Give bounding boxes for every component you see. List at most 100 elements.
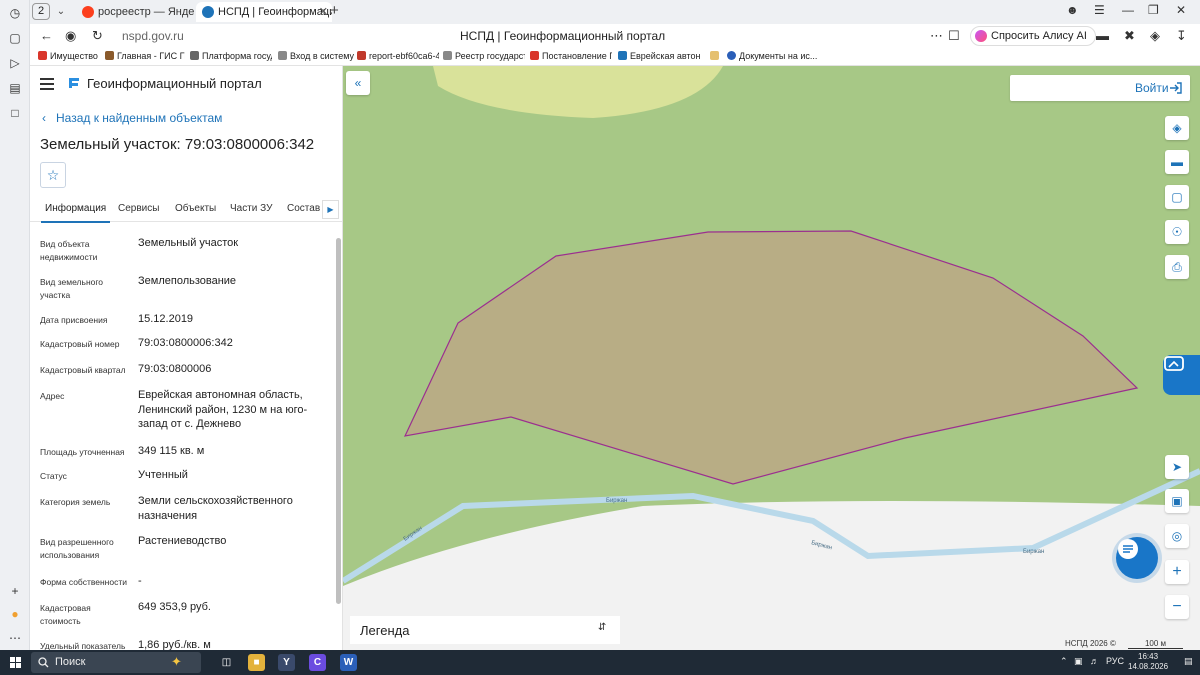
collections-icon[interactable]: ▢ <box>7 30 23 46</box>
property-value: Растениеводство <box>138 535 227 547</box>
bookmark-item[interactable]: Вход в систему <box>278 51 354 61</box>
property-label: Адрес <box>40 391 65 401</box>
add-icon[interactable]: + <box>7 583 23 599</box>
zoom-in-button[interactable]: + <box>1165 560 1189 584</box>
property-value: Еврейская автономная область, Ленинский … <box>138 389 308 430</box>
tab-information[interactable]: Информация <box>40 203 111 223</box>
gps-icon[interactable]: ◎ <box>1165 524 1189 548</box>
word-icon[interactable]: W <box>340 654 357 671</box>
scrollbar-thumb[interactable] <box>336 238 341 604</box>
maximize-icon[interactable]: ❐ <box>1148 3 1159 17</box>
bookmark-item[interactable] <box>710 51 724 61</box>
tray-expand-icon[interactable]: ⌃ <box>1060 656 1068 667</box>
yandex-icon <box>82 6 94 18</box>
history-icon[interactable]: ◷ <box>7 5 23 21</box>
browser-tab-yandex[interactable]: росреестр — Яндекс: нашлось <box>76 2 194 22</box>
tab-parts[interactable]: Части ЗУ <box>230 203 272 214</box>
close-window-icon[interactable]: ✕ <box>1176 3 1186 17</box>
map-canvas[interactable]: Биржан Биржан Биржан Биржан <box>343 66 1200 650</box>
puzzle-icon[interactable]: ◈ <box>1150 28 1160 44</box>
play-icon[interactable]: ▷ <box>7 55 23 71</box>
nspd-icon <box>202 6 214 18</box>
bookmark-item[interactable]: report-ebf60ca6-4... <box>357 51 439 61</box>
bookmark-item[interactable]: Еврейская автоно... <box>618 51 700 61</box>
zoom-out-button[interactable]: − <box>1165 595 1189 619</box>
tab-count[interactable]: 2 <box>32 3 50 20</box>
object-title: Земельный участок: 79:03:0800006:342 <box>40 136 315 153</box>
bookmark-item[interactable]: Платформа госуда... <box>190 51 272 61</box>
bookmark-item[interactable]: Главная - ГИС ГМП <box>105 51 185 61</box>
print-icon[interactable]: ⎙ <box>1165 255 1189 279</box>
media-icon[interactable]: ▤ <box>7 80 23 96</box>
legend-dropdown[interactable]: Легенда ⇵ <box>350 616 620 644</box>
tab-objects[interactable]: Объекты <box>175 203 216 214</box>
network-icon[interactable]: ▣ <box>1074 656 1083 667</box>
close-icon[interactable]: ✕ <box>319 2 328 22</box>
clock-time: 16:43 <box>1138 652 1159 661</box>
browser-tab-nspd[interactable]: НСПД | Геоинформационный портал ✕ <box>196 2 332 22</box>
alice-button[interactable]: Спросить Алису AI <box>970 26 1096 46</box>
windows-start-icon[interactable] <box>10 657 21 668</box>
property-label: Дата присвоения <box>40 315 108 325</box>
app-c-icon[interactable]: C <box>309 654 326 671</box>
wallet-icon[interactable]: ▬ <box>1096 28 1109 43</box>
download-icon[interactable]: ↧ <box>1176 28 1187 44</box>
chevron-down-icon[interactable]: ⌄ <box>54 3 68 20</box>
language-indicator[interactable]: РУС <box>1106 656 1124 666</box>
favorite-star-button[interactable]: ☆ <box>40 162 66 188</box>
bookmark-icon[interactable]: ☐ <box>948 28 960 44</box>
bookmark-item[interactable]: Имущество <box>38 51 104 61</box>
yandex-home-icon[interactable]: ◉ <box>65 28 76 44</box>
zen-icon[interactable]: ● <box>7 606 23 622</box>
volume-icon[interactable]: ♬ <box>1090 656 1099 666</box>
search-label: Поиск <box>55 656 86 668</box>
search-icon <box>38 657 49 668</box>
system-clock[interactable]: 16:43 14.08.2026 <box>1128 652 1168 672</box>
chevron-left-icon: ‹ <box>42 111 46 125</box>
collapse-panel-button[interactable]: « <box>346 71 370 95</box>
new-tab-icon[interactable]: + <box>330 2 339 19</box>
select-area-icon[interactable]: ▢ <box>1165 185 1189 209</box>
file-explorer-icon[interactable]: ■ <box>248 654 265 671</box>
share-icon[interactable]: ☉ <box>1165 220 1189 244</box>
login-icon <box>1170 82 1182 94</box>
tab-strip: 2 ⌄ росреестр — Яндекс: нашлось НСПД | Г… <box>30 0 1200 24</box>
browser-side-rail: ◷ ▢ ▷ ▤ □ + ● ⋯ <box>0 0 30 650</box>
property-value: 79:03:0800006 <box>138 363 212 375</box>
task-view-icon[interactable]: ◫ <box>218 654 235 671</box>
hamburger-menu-icon[interactable] <box>40 78 54 93</box>
tab-count-icon[interactable]: □ <box>7 105 23 121</box>
back-to-results-link[interactable]: ‹ Назад к найденным объектам <box>42 111 222 125</box>
help-tab-button[interactable] <box>1163 355 1200 395</box>
minimize-icon[interactable]: — <box>1122 3 1134 17</box>
login-label: Войти <box>1135 81 1169 95</box>
back-icon[interactable]: ← <box>40 28 53 43</box>
tab-composition[interactable]: Состав <box>287 203 320 214</box>
more-icon[interactable]: ⋯ <box>7 630 23 646</box>
menu-icon[interactable]: ☰ <box>1094 3 1105 17</box>
login-button[interactable]: Войти <box>1010 75 1190 101</box>
road-label: Биржан <box>1023 549 1044 555</box>
extension-icon[interactable]: ✖ <box>1124 28 1135 44</box>
tab-services[interactable]: Сервисы <box>118 203 159 214</box>
panel-scrollbar[interactable] <box>334 230 342 650</box>
tabs-scroll-right-icon[interactable]: ▶ <box>322 200 339 219</box>
layers-icon[interactable]: ◈ <box>1165 116 1189 140</box>
reload-icon[interactable]: ↻ <box>92 28 103 44</box>
chat-support-button[interactable] <box>1116 537 1158 579</box>
notifications-icon[interactable]: ▤ <box>1184 656 1193 667</box>
minimap-icon[interactable]: ▣ <box>1165 489 1189 513</box>
bookmark-item[interactable]: Постановление П... <box>530 51 612 61</box>
taskbar-search[interactable]: Поиск ✦ <box>31 652 201 673</box>
profile-icon[interactable]: ☻ <box>1066 3 1079 17</box>
more-icon[interactable]: ⋯ <box>930 28 943 44</box>
url-field[interactable]: nspd.gov.ru <box>122 29 184 43</box>
geolocation-icon[interactable]: ➤ <box>1165 455 1189 479</box>
object-tabs: Информация Сервисы Объекты Части ЗУ Сост… <box>30 198 342 223</box>
yandex-browser-icon[interactable]: Y <box>278 654 295 671</box>
portal-brand: Геоинформационный портал <box>87 76 262 91</box>
bookmark-item[interactable]: Реестр государств... <box>443 51 525 61</box>
ruler-icon[interactable]: ▬ <box>1165 150 1189 174</box>
bookmark-item[interactable]: Документы на ис... <box>727 51 817 61</box>
map-view[interactable]: Биржан Биржан Биржан Биржан « Войти ◈ ▬ … <box>343 66 1200 650</box>
